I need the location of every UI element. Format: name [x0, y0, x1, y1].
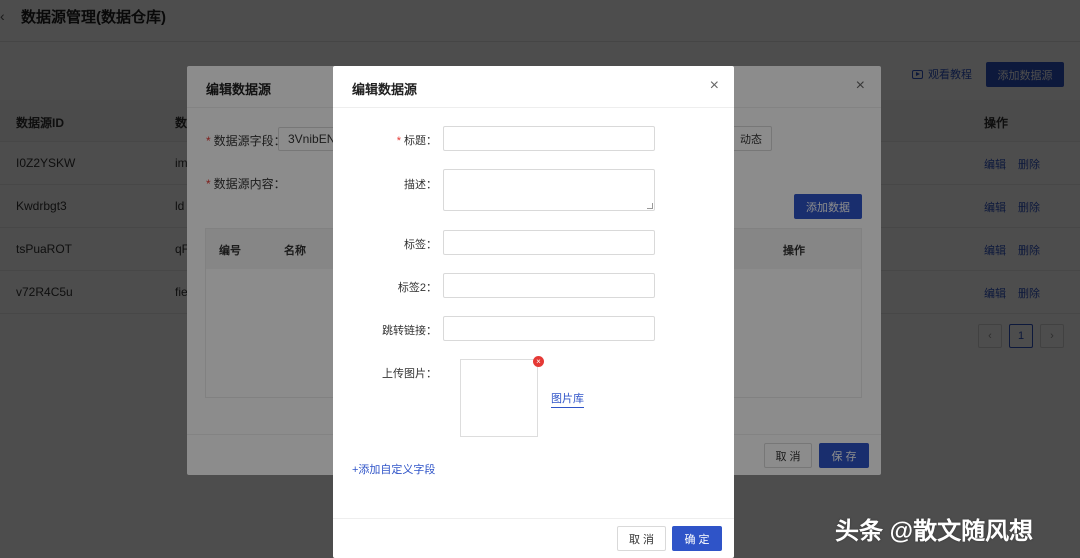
description-label: 描述： [404, 179, 437, 191]
tag2-label: 标签2： [397, 282, 437, 294]
image-upload-box[interactable] [460, 359, 538, 437]
required-mark: * [396, 135, 401, 147]
title-input[interactable] [443, 126, 655, 151]
close-icon[interactable]: × [710, 77, 719, 95]
link-input[interactable] [443, 316, 655, 341]
remove-image-icon[interactable]: × [533, 356, 544, 367]
modal-title: 编辑数据源 [352, 82, 418, 97]
divider [333, 107, 734, 108]
description-textarea[interactable] [443, 169, 655, 211]
resize-handle-icon[interactable] [647, 203, 653, 209]
title-label: * 标题： [333, 132, 437, 148]
cancel-button[interactable]: 取 消 [617, 526, 666, 551]
tag2-input[interactable] [443, 273, 655, 298]
watermark: 头条 @散文随风想 [835, 518, 1034, 545]
link-label: 跳转链接： [382, 325, 437, 337]
title-label-text: 标题： [404, 135, 437, 147]
tag-input[interactable] [443, 230, 655, 255]
upload-label: 上传图片： [382, 368, 437, 380]
divider [333, 518, 734, 519]
add-custom-field-link[interactable]: +添加自定义字段 [352, 461, 435, 477]
edit-data-source-modal: 编辑数据源 × * 标题： 描述： 标签： 标签2： 跳转链接： 上传图片： × … [333, 66, 734, 558]
image-gallery-link[interactable]: 图片库 [551, 390, 584, 408]
tag-label: 标签： [404, 239, 437, 251]
confirm-button[interactable]: 确 定 [672, 526, 722, 551]
